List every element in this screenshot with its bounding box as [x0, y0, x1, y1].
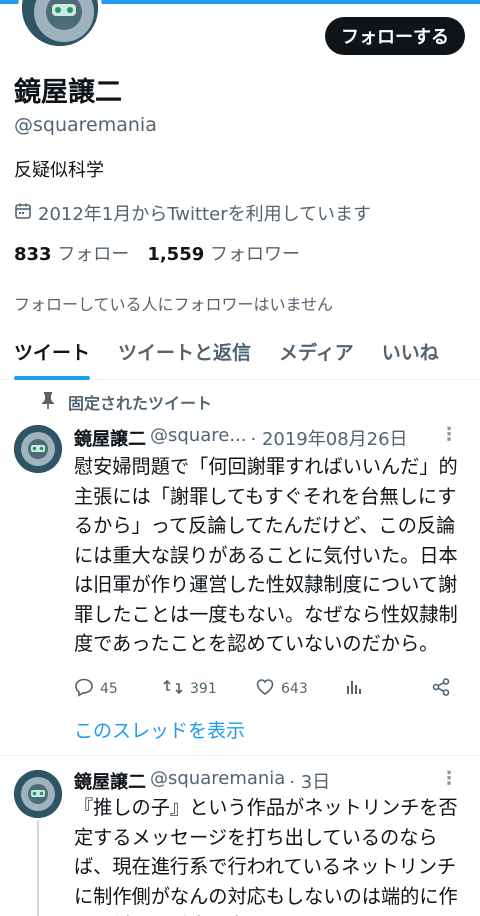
- profile-avatar[interactable]: [18, 0, 102, 50]
- retweet-button[interactable]: 391: [162, 677, 217, 701]
- tweet-author-name[interactable]: 鏡屋譲二: [74, 768, 146, 794]
- tweet-divider: [0, 755, 480, 756]
- tweet-avatar[interactable]: [14, 425, 62, 473]
- tab-media-label: メディア: [279, 342, 354, 364]
- tweet-author-name[interactable]: 鏡屋譲二: [74, 425, 146, 451]
- calendar-icon: [14, 202, 32, 225]
- profile-display-name: 鏡屋譲二: [14, 77, 122, 108]
- joined-date: 2012年1月からTwitterを利用しています: [14, 200, 371, 226]
- retweet-count: 391: [190, 681, 217, 697]
- share-button[interactable]: [431, 677, 451, 701]
- pinned-label: 固定されたツイート: [68, 394, 213, 413]
- pinned-tweet-indicator: 固定されたツイート: [40, 390, 212, 414]
- tweet-text: 『推しの子』という作品がネットリンチを否定するメッセージを打ち出しているのならば…: [74, 796, 458, 916]
- tweet-date[interactable]: · 3日: [289, 768, 330, 794]
- joined-label: 2012年1月からTwitterを利用しています: [38, 204, 372, 225]
- tab-likes-label: いいね: [381, 342, 439, 364]
- followers-link[interactable]: 1,559 フォロワー: [147, 240, 300, 266]
- follow-button[interactable]: フォローする: [325, 17, 465, 55]
- tweet-avatar[interactable]: [14, 770, 62, 818]
- more-options-icon[interactable]: ⋮: [440, 768, 458, 789]
- tweet-date[interactable]: · 2019年08月26日: [251, 425, 408, 451]
- profile-handle: @squaremania: [14, 114, 157, 136]
- mutual-followers-note: フォローしている人にフォロワーはいません: [14, 295, 334, 314]
- tab-tweets-label: ツイート: [14, 342, 91, 364]
- tweet-author-handle[interactable]: @squaremania: [150, 768, 285, 794]
- retweet-icon: [162, 677, 184, 701]
- profile-tabs: ツイート ツイートと返信 メディア いいね: [0, 336, 480, 380]
- tab-tweets-and-replies-label: ツイートと返信: [118, 342, 252, 364]
- tweet-text: 慰安婦問題で「何回謝罪すればいいんだ」的主張には「謝罪してもすぐそれを台無しにす…: [74, 455, 458, 655]
- heart-icon: [255, 677, 275, 701]
- follow-stats: 833 フォロー 1,559 フォロワー: [14, 240, 300, 266]
- more-options-icon[interactable]: ⋮: [440, 424, 458, 445]
- tweet-actions: 45 391 643: [74, 677, 460, 701]
- active-tab-indicator: [14, 376, 91, 380]
- analytics-icon: [344, 677, 364, 701]
- reply-button[interactable]: 45: [74, 677, 118, 701]
- tweet-header: 鏡屋譲二 @squaremania · 3日: [74, 768, 330, 794]
- pin-icon: [40, 391, 56, 413]
- reply-icon: [74, 677, 94, 701]
- analytics-button[interactable]: [344, 677, 364, 701]
- show-thread-link[interactable]: このスレッドを表示: [74, 716, 245, 743]
- tab-tweets[interactable]: ツイート: [0, 336, 104, 380]
- following-count: 833: [14, 244, 52, 265]
- thread-connector-line: [37, 820, 39, 916]
- like-count: 643: [281, 681, 308, 697]
- tab-tweets-and-replies[interactable]: ツイートと返信: [104, 336, 265, 380]
- following-label: フォロー: [57, 244, 130, 265]
- tweet-author-handle[interactable]: @square...: [150, 425, 247, 451]
- following-link[interactable]: 833 フォロー: [14, 240, 129, 266]
- share-icon: [431, 677, 451, 701]
- followers-label: フォロワー: [209, 244, 300, 265]
- profile-bio: 反疑似科学: [14, 160, 104, 181]
- reply-count: 45: [100, 681, 118, 697]
- tab-likes[interactable]: いいね: [368, 336, 453, 380]
- tab-media[interactable]: メディア: [265, 336, 368, 380]
- tweet-header: 鏡屋譲二 @square... · 2019年08月26日: [74, 425, 408, 451]
- followers-count: 1,559: [147, 244, 205, 265]
- like-button[interactable]: 643: [255, 677, 308, 701]
